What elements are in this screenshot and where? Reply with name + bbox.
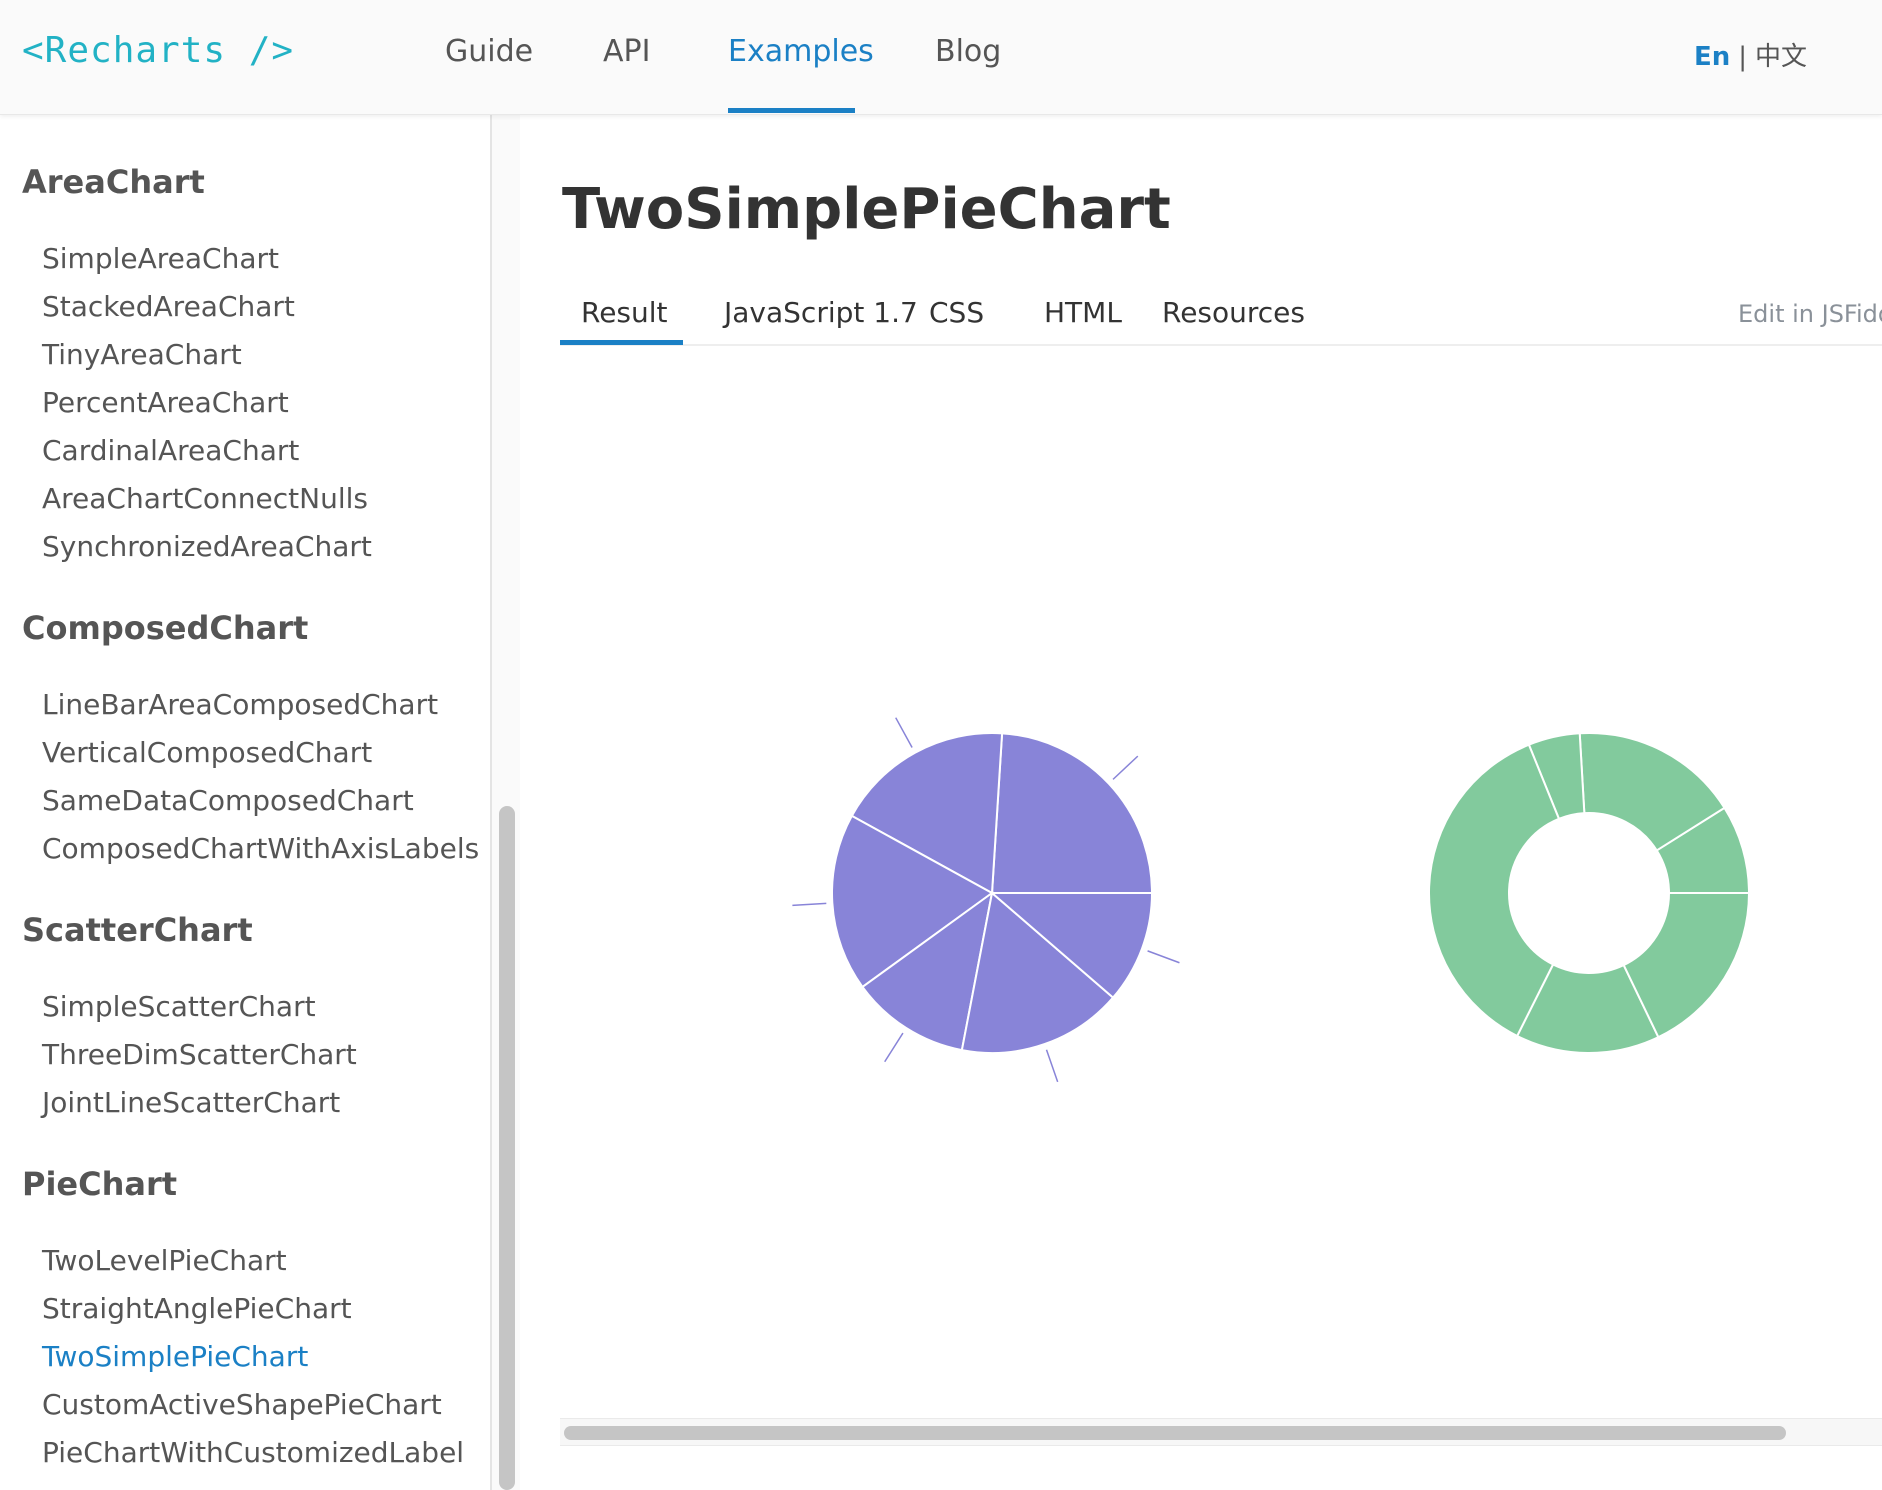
main-content: TwoSimplePieChart Result JavaScript 1.7 … bbox=[520, 115, 1882, 1490]
pie-slice-1[interactable] bbox=[990, 732, 1154, 894]
two-pie-chart bbox=[792, 717, 1751, 1083]
sidebar-item[interactable]: TwoLevelPieChart bbox=[42, 1244, 287, 1277]
group-title-scatterchart: ScatterChart bbox=[22, 911, 253, 949]
tab-active-indicator bbox=[560, 340, 683, 345]
nav-examples[interactable]: Examples bbox=[728, 34, 874, 69]
code-tabs: Result JavaScript 1.7 CSS HTML Resources… bbox=[560, 280, 1882, 346]
sidebar-item[interactable]: SimpleAreaChart bbox=[42, 242, 279, 275]
pie-label-line-5 bbox=[1045, 1049, 1059, 1083]
sidebar-item[interactable]: ComposedChartWithAxisLabels bbox=[42, 832, 479, 865]
pie-1 bbox=[792, 717, 1180, 1083]
locale-en[interactable]: En bbox=[1694, 42, 1730, 72]
pie-label-line-2 bbox=[895, 717, 913, 748]
horizontal-scrollbar-thumb[interactable] bbox=[564, 1426, 1786, 1440]
result-horizontal-scrollbar[interactable] bbox=[560, 1418, 1882, 1446]
sidebar-item-active[interactable]: TwoSimplePieChart bbox=[42, 1340, 308, 1373]
group-title-composedchart: ComposedChart bbox=[22, 609, 309, 647]
tab-resources[interactable]: Resources bbox=[1162, 296, 1305, 329]
tab-css[interactable]: CSS bbox=[929, 296, 984, 329]
pie-label-line-6 bbox=[1147, 950, 1180, 964]
sidebar-item[interactable]: JointLineScatterChart bbox=[42, 1086, 340, 1119]
sidebar-item[interactable]: LineBarAreaComposedChart bbox=[42, 688, 438, 721]
locale-separator: | bbox=[1738, 42, 1748, 72]
tab-javascript[interactable]: JavaScript 1.7 bbox=[724, 296, 918, 329]
sidebar-item[interactable]: SynchronizedAreaChart bbox=[42, 530, 372, 563]
sidebar-item[interactable]: PercentAreaChart bbox=[42, 386, 289, 419]
nav-api[interactable]: API bbox=[603, 34, 650, 69]
sidebar-item[interactable]: PieChartWithCustomizedLabel bbox=[42, 1436, 464, 1469]
locale-switch: En | 中文 bbox=[1694, 36, 1807, 73]
pie-label-line-1 bbox=[1112, 755, 1139, 780]
group-title-piechart: PieChart bbox=[22, 1165, 178, 1203]
nav-active-indicator bbox=[728, 108, 855, 113]
sidebar-item[interactable]: VerticalComposedChart bbox=[42, 736, 372, 769]
sidebar-item[interactable]: AreaChartConnectNulls bbox=[42, 482, 368, 515]
sidebar-item[interactable]: ThreeDimScatterChart bbox=[42, 1038, 357, 1071]
result-panel bbox=[560, 346, 1882, 1441]
sidebar-item[interactable]: SimpleScatterChart bbox=[42, 990, 316, 1023]
sidebar-item[interactable]: TinyAreaChart bbox=[42, 338, 242, 371]
sidebar-scrollbar-thumb[interactable] bbox=[499, 806, 515, 1490]
top-header: <Recharts /> Guide API Examples Blog En |… bbox=[0, 0, 1882, 115]
edit-in-jsfiddle-link[interactable]: Edit in JSFiddle bbox=[1738, 300, 1882, 328]
sidebar-item[interactable]: StraightAnglePieChart bbox=[42, 1292, 352, 1325]
tab-result[interactable]: Result bbox=[581, 296, 668, 329]
sidebar-item[interactable]: CardinalAreaChart bbox=[42, 434, 299, 467]
sidebar-item[interactable]: SameDataComposedChart bbox=[42, 784, 414, 817]
tab-html[interactable]: HTML bbox=[1044, 296, 1122, 329]
locale-zh[interactable]: 中文 bbox=[1755, 42, 1807, 72]
nav-guide[interactable]: Guide bbox=[445, 34, 533, 69]
recharts-logo[interactable]: <Recharts /> bbox=[22, 30, 294, 71]
pie-label-line-3 bbox=[792, 902, 827, 907]
pie-2-donut bbox=[1428, 732, 1751, 1054]
pie-label-line-4 bbox=[884, 1032, 904, 1063]
page-title: TwoSimplePieChart bbox=[562, 177, 1171, 242]
group-title-areachart: AreaChart bbox=[22, 163, 205, 201]
nav-blog[interactable]: Blog bbox=[935, 34, 1001, 69]
sidebar-item[interactable]: CustomActiveShapePieChart bbox=[42, 1388, 442, 1421]
examples-sidebar: AreaChart SimpleAreaChart StackedAreaCha… bbox=[0, 115, 492, 1490]
sidebar-item[interactable]: StackedAreaChart bbox=[42, 290, 295, 323]
